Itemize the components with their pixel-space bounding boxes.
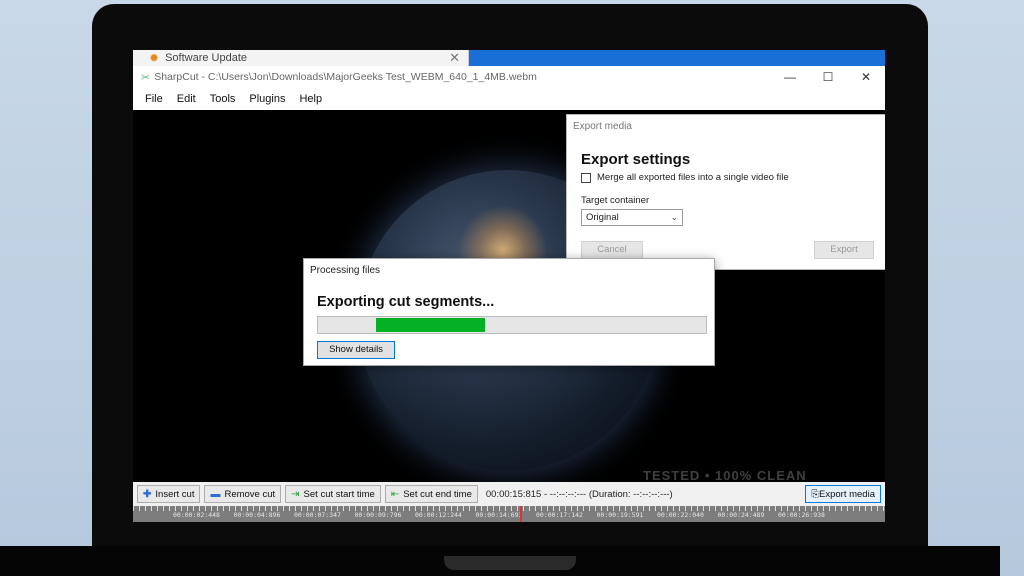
menu-file[interactable]: File <box>145 93 163 105</box>
time-readout: 00:00:15:815 - --:--:--:--- (Duration: -… <box>485 488 673 500</box>
export-media-button[interactable]: ⎘ Export media <box>805 485 881 503</box>
timeline-tick-label: 00:00:19:591 <box>596 511 644 519</box>
app-icon: ✂ <box>141 71 151 84</box>
export-dialog-title: Export media <box>573 121 632 132</box>
export-settings-heading: Export settings <box>581 151 691 168</box>
menu-bar: File Edit Tools Plugins Help <box>133 88 885 110</box>
export-icon: ⎘ <box>811 488 820 500</box>
timeline-tick-label: 00:00:02:448 <box>173 511 220 519</box>
menu-tools[interactable]: Tools <box>210 93 236 105</box>
set-end-icon: ⇤ <box>390 488 400 500</box>
processing-heading: Exporting cut segments... <box>317 294 495 310</box>
maximize-button[interactable]: ☐ <box>809 66 847 88</box>
cancel-button[interactable]: Cancel <box>581 241 643 259</box>
processing-files-dialog: Processing files Exporting cut segments.… <box>303 258 715 366</box>
gear-icon: ✹ <box>149 51 160 65</box>
target-container-value: Original <box>586 212 619 223</box>
export-media-label: Export media <box>819 488 875 500</box>
timeline-tick-label: 00:00:24:489 <box>717 511 765 519</box>
show-details-button[interactable]: Show details <box>317 341 395 359</box>
timeline[interactable]: 00:00:02:448 00:00:04:896 00:00:07:347 00:0… <box>133 506 885 522</box>
target-container-label: Target container <box>581 195 650 206</box>
software-update-tab[interactable]: ✹ Software Update ✕ <box>133 50 469 66</box>
set-cut-start-button[interactable]: ⇥ Set cut start time <box>285 485 381 503</box>
export-button[interactable]: Export <box>814 241 874 259</box>
timeline-tick-label: 00:00:09:796 <box>354 511 402 519</box>
title-bar: ✂ SharpCut - C:\Users\Jon\Downloads\Majo… <box>133 66 885 88</box>
timeline-tick-label: 00:00:14:693 <box>475 511 523 519</box>
remove-cut-label: Remove cut <box>224 488 276 500</box>
set-cut-start-label: Set cut start time <box>303 488 375 500</box>
plus-icon: ✚ <box>143 488 152 500</box>
menu-edit[interactable]: Edit <box>177 93 196 105</box>
processing-dialog-title: Processing files <box>310 265 381 276</box>
close-button[interactable]: ✕ <box>847 66 885 88</box>
window-controls: — ☐ ✕ <box>771 66 885 88</box>
timeline-tick-label: 00:00:07:347 <box>294 511 341 519</box>
chevron-down-icon: ⌄ <box>670 212 678 222</box>
export-progress-bar <box>317 316 707 334</box>
insert-cut-button[interactable]: ✚ Insert cut <box>137 485 201 503</box>
minus-icon: ▬ <box>210 488 221 500</box>
timeline-tick-label: 00:00:26:938 <box>778 511 825 519</box>
remove-cut-button[interactable]: ▬ Remove cut <box>204 485 282 503</box>
close-icon[interactable]: ✕ <box>449 50 460 66</box>
window-accent-strip <box>469 50 885 66</box>
timeline-tick-label: 00:00:12:244 <box>415 511 462 519</box>
timeline-tick-label: 00:00:17:142 <box>536 511 583 519</box>
set-cut-end-label: Set cut end time <box>403 488 472 500</box>
progress-fill <box>376 318 485 332</box>
watermark-text: TESTED • 100% CLEAN <box>643 468 807 483</box>
minimize-button[interactable]: — <box>771 66 809 88</box>
timeline-tick-label: 00:00:22:040 <box>657 511 704 519</box>
merge-option[interactable]: Merge all exported files into a single v… <box>581 172 789 183</box>
laptop-notch <box>444 556 576 570</box>
merge-checkbox[interactable] <box>581 172 591 183</box>
set-cut-end-button[interactable]: ⇤ Set cut end time <box>384 485 478 503</box>
window-title: SharpCut - C:\Users\Jon\Downloads\MajorG… <box>154 71 537 83</box>
merge-label: Merge all exported files into a single v… <box>597 172 789 183</box>
set-start-icon: ⇥ <box>291 488 300 500</box>
software-update-title: Software Update <box>165 52 247 64</box>
screen: ✹ Software Update ✕ ✂ SharpCut - C:\User… <box>133 50 885 522</box>
menu-plugins[interactable]: Plugins <box>249 93 285 105</box>
bottom-toolbar: ✚ Insert cut ▬ Remove cut ⇥ Set cut star… <box>133 482 885 506</box>
menu-help[interactable]: Help <box>299 93 322 105</box>
timeline-tick-label: 00:00:04:896 <box>233 511 281 519</box>
insert-cut-label: Insert cut <box>155 488 195 500</box>
timeline-playhead[interactable] <box>520 506 522 522</box>
target-container-select[interactable]: Original ⌄ <box>581 209 683 226</box>
export-media-dialog: Export media Export settings Merge all e… <box>566 114 885 270</box>
